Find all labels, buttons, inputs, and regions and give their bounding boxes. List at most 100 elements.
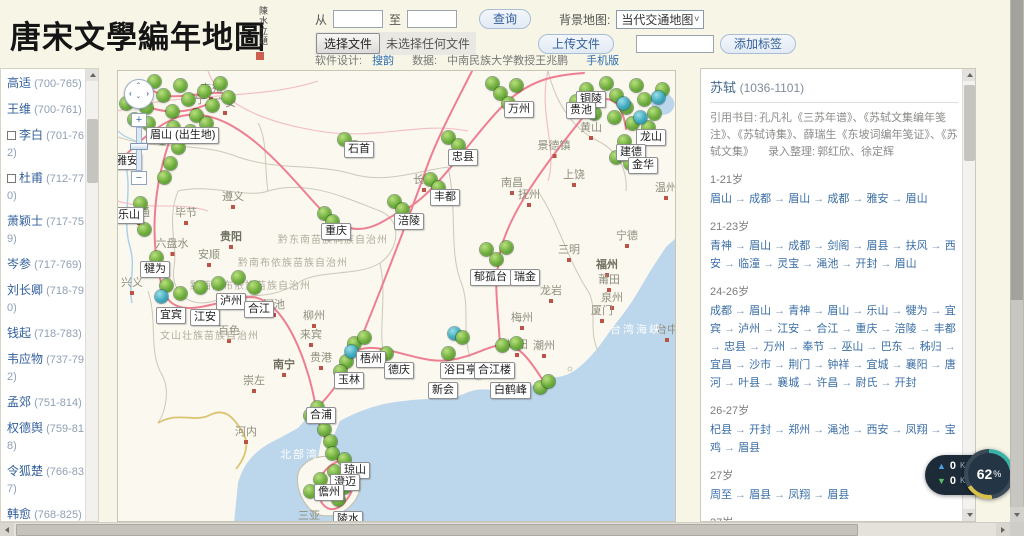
map-place-chip[interactable]: 丰都 bbox=[430, 189, 460, 206]
place-link[interactable]: 渑池 bbox=[816, 258, 838, 270]
map-place-chip[interactable]: 梧州 bbox=[356, 351, 386, 368]
place-link[interactable]: 沙市 bbox=[749, 359, 771, 371]
list-item-poet[interactable]: 王维 (700-761) bbox=[7, 101, 85, 118]
place-link[interactable]: 成都 bbox=[827, 193, 849, 205]
map-marker[interactable] bbox=[174, 287, 187, 300]
map-marker[interactable] bbox=[214, 77, 227, 90]
map-marker[interactable] bbox=[630, 79, 643, 92]
place-link[interactable]: 青神 bbox=[710, 240, 732, 252]
place-link[interactable]: 重庆 bbox=[856, 323, 878, 335]
pan-left-icon[interactable]: ‹ bbox=[129, 90, 132, 98]
add-tag-button[interactable]: 添加标签 bbox=[720, 34, 796, 54]
place-link[interactable]: 钟祥 bbox=[827, 359, 849, 371]
map-place-chip[interactable]: 瑞金 bbox=[510, 269, 540, 286]
list-item-poet[interactable]: 韩愈 (768-825) bbox=[7, 506, 85, 522]
progress-ring[interactable]: 62 % bbox=[964, 449, 1014, 499]
place-link[interactable]: 眉山 bbox=[749, 240, 771, 252]
map-place-chip[interactable]: 郁孤台 bbox=[470, 269, 511, 286]
poet-checkbox[interactable] bbox=[7, 131, 16, 140]
place-link[interactable]: 成都 bbox=[749, 193, 771, 205]
place-link[interactable]: 眉县 bbox=[827, 489, 849, 501]
place-link[interactable]: 杞县 bbox=[710, 424, 732, 436]
place-link[interactable]: 宜城 bbox=[867, 359, 889, 371]
poet-checkbox[interactable] bbox=[7, 174, 16, 183]
mobile-version-link[interactable]: 手机版 bbox=[586, 52, 619, 68]
map-marker[interactable] bbox=[212, 277, 225, 290]
page-horizontal-scroll-thumb[interactable] bbox=[16, 524, 858, 536]
scroll-left-icon[interactable] bbox=[0, 523, 14, 536]
place-link[interactable]: 万州 bbox=[763, 341, 785, 353]
map-marker[interactable] bbox=[174, 79, 187, 92]
pan-right-icon[interactable]: › bbox=[146, 90, 149, 98]
place-link[interactable]: 眉县 bbox=[749, 489, 771, 501]
map-place-chip[interactable]: 眉山 (出生地) bbox=[146, 127, 219, 144]
place-link[interactable]: 尉氏 bbox=[856, 377, 878, 389]
list-item-poet[interactable]: 李白 (701-762) bbox=[7, 127, 85, 161]
place-link[interactable]: 奉节 bbox=[802, 341, 824, 353]
list-item-poet[interactable]: 刘长卿 (718-790) bbox=[7, 282, 85, 316]
map-marker[interactable] bbox=[608, 111, 621, 124]
place-link[interactable]: 西安 bbox=[867, 424, 889, 436]
place-link[interactable]: 郑州 bbox=[788, 424, 810, 436]
place-link[interactable]: 周至 bbox=[710, 489, 732, 501]
map-marker[interactable] bbox=[652, 91, 665, 104]
place-link[interactable]: 剑阁 bbox=[827, 240, 849, 252]
place-link[interactable]: 成都 bbox=[710, 305, 732, 317]
map-place-chip[interactable]: 宜宾 bbox=[156, 307, 186, 324]
place-link[interactable]: 犍为 bbox=[906, 305, 928, 317]
map-marker[interactable] bbox=[617, 97, 630, 110]
map-place-chip[interactable]: 合江 bbox=[244, 301, 274, 318]
map-marker[interactable] bbox=[232, 271, 245, 284]
map-marker[interactable] bbox=[510, 337, 523, 350]
query-button[interactable]: 查询 bbox=[479, 9, 531, 29]
list-item-poet[interactable]: 高适 (700-765) bbox=[7, 75, 85, 92]
map-place-chip[interactable]: 乐山 bbox=[117, 207, 144, 224]
map-pan-control[interactable]: ˆ ˇ ‹ › bbox=[124, 79, 154, 109]
list-item-poet[interactable]: 韦应物 (737-792) bbox=[7, 351, 85, 385]
scroll-down-icon[interactable] bbox=[963, 509, 976, 521]
map-marker[interactable] bbox=[198, 85, 211, 98]
map-place-chip[interactable]: 合浦 bbox=[306, 407, 336, 424]
map-marker[interactable] bbox=[648, 107, 661, 120]
place-link[interactable]: 眉山 bbox=[827, 305, 849, 317]
zoom-in-button[interactable]: + bbox=[131, 113, 147, 127]
map-marker[interactable] bbox=[157, 89, 170, 102]
place-link[interactable]: 襄阳 bbox=[906, 359, 928, 371]
place-link[interactable]: 荆门 bbox=[788, 359, 810, 371]
place-link[interactable]: 渑池 bbox=[827, 424, 849, 436]
place-link[interactable]: 泸州 bbox=[738, 323, 760, 335]
design-link[interactable]: 搜韵 bbox=[372, 52, 394, 68]
place-link[interactable]: 灵宝 bbox=[777, 258, 799, 270]
map-place-chip[interactable]: 犍为 bbox=[140, 261, 170, 278]
map-place-chip[interactable]: 江安 bbox=[190, 309, 220, 326]
list-item-poet[interactable]: 孟郊 (751-814) bbox=[7, 394, 85, 411]
place-link[interactable]: 眉山 bbox=[749, 305, 771, 317]
place-link[interactable]: 巴东 bbox=[881, 341, 903, 353]
map-place-chip[interactable]: 涪陵 bbox=[394, 213, 424, 230]
map-marker[interactable] bbox=[248, 281, 261, 294]
tag-input[interactable] bbox=[636, 35, 714, 53]
zoom-out-button[interactable]: − bbox=[131, 171, 147, 185]
map-place-chip[interactable]: 泸州 bbox=[216, 293, 246, 310]
map-place-chip[interactable]: 金华 bbox=[628, 157, 658, 174]
map-marker[interactable] bbox=[638, 93, 651, 106]
place-link[interactable]: 宜昌 bbox=[710, 359, 732, 371]
scroll-up-icon[interactable] bbox=[963, 69, 976, 81]
list-item-poet[interactable]: 权德舆 (759-818) bbox=[7, 420, 85, 454]
map-place-chip[interactable]: 合江楼 bbox=[474, 362, 515, 379]
map-marker[interactable] bbox=[358, 331, 371, 344]
place-link[interactable]: 眉县 bbox=[867, 240, 889, 252]
list-item-poet[interactable]: 杜甫 (712-770) bbox=[7, 170, 85, 204]
place-link[interactable]: 开封 bbox=[895, 377, 917, 389]
map-place-chip[interactable]: 石首 bbox=[344, 141, 374, 158]
place-link[interactable]: 凤翔 bbox=[788, 489, 810, 501]
place-link[interactable]: 扶风 bbox=[906, 240, 928, 252]
place-link[interactable]: 成都 bbox=[788, 240, 810, 252]
map-marker[interactable] bbox=[155, 290, 168, 303]
place-link[interactable]: 江安 bbox=[777, 323, 799, 335]
page-vertical-scrollbar[interactable] bbox=[1010, 0, 1024, 522]
map-marker[interactable] bbox=[490, 253, 503, 266]
scroll-down-icon[interactable] bbox=[1010, 507, 1024, 522]
map-marker[interactable] bbox=[194, 281, 207, 294]
pan-down-icon[interactable]: ˇ bbox=[137, 97, 140, 105]
